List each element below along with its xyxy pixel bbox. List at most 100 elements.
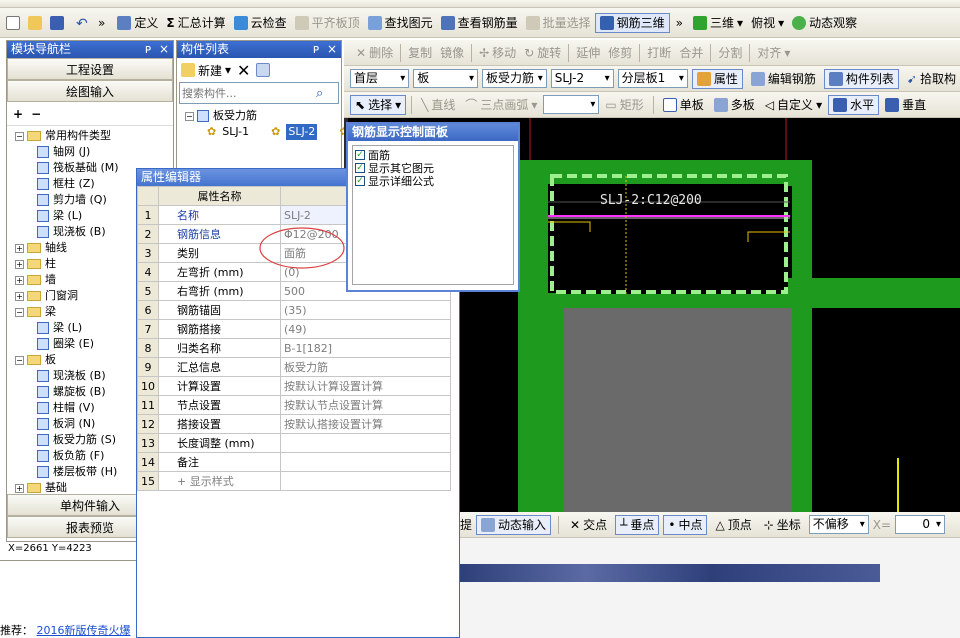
horizontal-button[interactable]: 水平 [828,94,880,115]
top-view-button[interactable]: 俯视 ▾ [747,13,788,33]
copy-button[interactable]: 复制 [404,43,436,63]
expand-icon[interactable]: + [15,259,24,269]
property-row[interactable]: 12 搭接设置 按默认搭接设置计算 [137,414,451,434]
property-value[interactable] [280,433,451,453]
rebar-3d-button[interactable]: 钢筋三维 [594,12,670,33]
batch-select-button[interactable]: 批量选择 [522,13,595,33]
delete-icon[interactable]: ✕ [237,61,250,80]
move-button[interactable]: ✢ 移动 [475,43,520,63]
close-icon[interactable]: × [159,42,169,56]
pick-button[interactable]: ➹ 拾取构 [903,69,960,89]
component-list-item[interactable]: ✿ SLJ-2 [249,124,318,140]
multi-board-button[interactable]: 多板 [710,95,759,115]
property-value[interactable]: 板受力筋 [280,357,451,377]
expand-icon[interactable]: + [15,483,24,493]
intersection-snap[interactable]: ✕ 交点 [566,515,611,535]
offset-select[interactable]: 不偏移 [808,515,869,534]
draw-input-button[interactable]: 绘图输入 [7,80,173,102]
property-value[interactable]: (49) [280,319,451,339]
align-top-button[interactable]: 平齐板顶 [291,13,364,33]
three-d-button[interactable]: 三维 ▾ [689,13,747,33]
midpoint-snap[interactable]: • 中点 [663,514,708,535]
footer-link[interactable]: 2016新版传奇火爆 [37,624,131,637]
copy-icon[interactable] [256,63,271,77]
arc-button[interactable]: ⌒ 三点画弧 ▾ [461,95,541,115]
checkbox-icon[interactable]: ✓ [355,162,365,173]
dynamic-view-button[interactable]: 动态观察 [788,13,861,33]
property-row[interactable]: 13 长度调整 (mm) [137,433,451,453]
break-button[interactable]: 打断 [643,43,675,63]
extend-button[interactable]: 延伸 [572,43,604,63]
expand-icon[interactable]: + [15,243,24,253]
property-row[interactable]: 10 计算设置 按默认计算设置计算 [137,376,451,396]
rotate-button[interactable]: ↻ 旋转 [520,43,565,63]
checkbox-icon[interactable]: ✓ [355,149,365,160]
coordinate-snap[interactable]: ⊹ 坐标 [760,515,805,535]
custom-button[interactable]: ◁ 自定义 ▾ [761,95,826,115]
component-list-item[interactable]: ✿ SLJ-1 [185,124,249,140]
select-button[interactable]: ⬉ 选择 ▾ [350,94,407,115]
draw-mode-select[interactable] [543,95,600,114]
new-component-button[interactable]: 新建 ▾ [181,60,231,80]
expand-all-icon[interactable]: + [13,107,23,121]
save-icon[interactable] [50,15,64,30]
cloud-check-button[interactable]: 云检查 [230,13,291,33]
expand-icon[interactable]: + [177,475,190,488]
properties-button[interactable]: 属性 [691,68,743,89]
rebar-panel-title[interactable]: 钢筋显示控制面板 [348,124,518,141]
pin-icon[interactable]: ᴘ [145,42,151,56]
new-file-icon[interactable] [6,15,20,30]
expand-icon[interactable]: + [15,291,24,301]
beam-right[interactable] [792,160,812,512]
property-value[interactable]: 按默认节点设置计算 [280,395,451,415]
edit-rebar-button[interactable]: 编辑钢筋 [747,69,820,89]
collapse-icon[interactable]: − [15,307,24,317]
merge-button[interactable]: 合并 [675,43,707,63]
delete-button[interactable]: ✕ 删除 [352,43,397,63]
checkbox-icon[interactable]: ✓ [355,175,365,186]
single-board-button[interactable]: 单板 [659,95,708,115]
property-row[interactable]: 7 钢筋搭接 (49) [137,319,451,339]
align-button[interactable]: 对齐 ▾ [753,43,794,63]
view-rebar-qty-button[interactable]: 查看钢筋量 [437,13,522,33]
collapse-icon[interactable]: − [15,131,24,141]
rebar-option[interactable]: ✓ 显示详细公式 [355,174,511,188]
component-select[interactable]: SLJ-2 [550,69,614,88]
component-list-button[interactable]: 构件列表 [823,68,899,89]
x-offset-input[interactable]: 0 [895,515,946,534]
define-button[interactable]: 定义 [113,13,162,33]
perpendicular-snap[interactable]: ┴ 垂点 [615,514,660,535]
sum-calc-button[interactable]: Σ 汇总计算 [162,13,229,33]
undo-icon[interactable]: ↶ [76,16,90,32]
find-element-button[interactable]: 查找图元 [364,13,437,33]
trim-button[interactable]: 修剪 [604,43,636,63]
project-settings-button[interactable]: 工程设置 [7,58,173,80]
property-value[interactable] [280,452,451,472]
rect-button[interactable]: ▭ 矩形 [601,95,647,115]
floor-select[interactable]: 首层 [350,69,410,88]
vertex-snap[interactable]: △ 顶点 [711,515,755,535]
property-value[interactable]: (35) [280,300,451,320]
split-button[interactable]: 分割 [714,43,746,63]
property-value[interactable]: 按默认搭接设置计算 [280,414,451,434]
property-row[interactable]: 6 钢筋锚固 (35) [137,300,451,320]
open-folder-icon[interactable] [28,15,42,30]
type-select[interactable]: 板 [413,69,478,88]
line-button[interactable]: ╲ 直线 [417,95,459,115]
vertical-button[interactable]: 垂直 [881,95,930,115]
component-search-input[interactable] [180,84,316,102]
property-row[interactable]: 9 汇总信息 板受力筋 [137,357,451,377]
nav-tree-item[interactable]: 轴网 (J) [15,144,173,160]
search-icon[interactable]: ⌕ [316,86,323,101]
collapse-all-icon[interactable]: − [31,107,41,121]
property-row[interactable]: 14 备注 [137,452,451,472]
expand-icon[interactable]: + [15,275,24,285]
property-value[interactable] [280,471,451,491]
dynamic-input-button[interactable]: 动态输入 [476,514,552,535]
property-row[interactable]: 15 + 显示样式 [137,471,451,491]
mirror-button[interactable]: 镜像 [436,43,468,63]
component-tree-root[interactable]: − 板受力筋 [185,108,341,124]
property-value[interactable]: B-1[182] [280,338,451,358]
nav-tree-folder[interactable]: − 常用构件类型 [15,128,173,144]
layer-select[interactable]: 分层板1 [617,69,688,88]
